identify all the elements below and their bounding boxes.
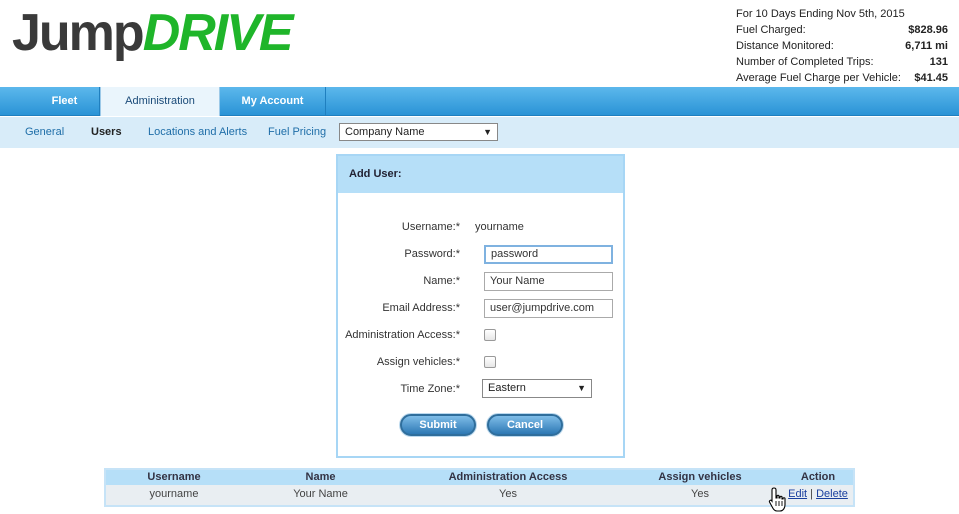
panel-title: Add User: [338, 156, 623, 193]
stats-value: 131 [929, 56, 948, 68]
admin-access-label: Administration Access:* [345, 329, 460, 341]
name-label: Name:* [423, 275, 460, 287]
email-row: Email Address:* user@jumpdrive.com [338, 298, 623, 318]
stats-label: Distance Monitored: [736, 40, 834, 52]
timezone-select[interactable]: Eastern ▼ [482, 379, 592, 398]
stats-row-trips: Number of Completed Trips: 131 [736, 54, 948, 70]
email-field[interactable]: user@jumpdrive.com [484, 299, 613, 318]
table-row: yourname Your Name Yes Yes Edit | Delete [106, 485, 853, 505]
stats-row-distance: Distance Monitored: 6,711 mi [736, 38, 948, 54]
cell-name: Your Name [293, 488, 348, 500]
stats-value: 6,711 mi [905, 40, 948, 52]
action-separator: | [810, 488, 814, 500]
company-select[interactable]: Company Name ▼ [339, 123, 498, 141]
stats-value: $828.96 [908, 24, 948, 36]
tab-administration[interactable]: Administration [100, 87, 220, 116]
chevron-down-icon: ▼ [483, 127, 492, 137]
page-header: JumpDRIVE For 10 Days Ending Nov 5th, 20… [0, 0, 959, 86]
timezone-select-value: Eastern [488, 382, 526, 394]
hand-cursor-icon [768, 487, 786, 512]
cell-admin-access: Yes [499, 488, 517, 500]
chevron-down-icon: ▼ [577, 383, 586, 393]
subnav-general[interactable]: General [25, 117, 64, 148]
tab-fleet[interactable]: Fleet [0, 87, 100, 116]
stats-value: $41.45 [914, 72, 948, 84]
timezone-row: Time Zone:* Eastern ▼ [338, 379, 623, 399]
username-label: Username:* [401, 221, 460, 233]
password-field[interactable]: password [484, 245, 613, 264]
subnav-locations-alerts[interactable]: Locations and Alerts [148, 117, 247, 148]
sub-nav: General Users Locations and Alerts Fuel … [0, 117, 959, 148]
stats-period: For 10 Days Ending Nov 5th, 2015 [736, 8, 905, 20]
col-action: Action [800, 471, 836, 483]
name-field[interactable]: Your Name [484, 272, 613, 291]
col-assign-vehicles: Assign vehicles [658, 471, 742, 483]
email-label: Email Address:* [382, 302, 460, 314]
subnav-users[interactable]: Users [91, 117, 122, 148]
stats-label: Fuel Charged: [736, 24, 806, 36]
admin-access-checkbox[interactable] [484, 329, 496, 341]
username-row: Username:* yourname [338, 217, 623, 237]
password-row: Password:* password [338, 244, 623, 264]
main-nav: Fleet Administration My Account [0, 87, 959, 116]
logo-jump: Jump [12, 4, 145, 62]
fleet-stats-panel: For 10 Days Ending Nov 5th, 2015 Fuel Ch… [736, 6, 948, 86]
assign-vehicles-checkbox[interactable] [484, 356, 496, 368]
stats-label: Average Fuel Charge per Vehicle: [736, 72, 901, 84]
users-table: Username Name Administration Access Assi… [104, 468, 855, 507]
subnav-fuel-pricing[interactable]: Fuel Pricing [268, 117, 326, 148]
company-select-value: Company Name [345, 126, 425, 138]
cell-username: yourname [149, 488, 199, 500]
jumpdrive-logo[interactable]: JumpDRIVE [12, 4, 294, 62]
col-username: Username [147, 471, 201, 483]
stats-label: Number of Completed Trips: [736, 56, 874, 68]
logo-drive: DRIVE [142, 4, 294, 62]
stats-row-average: Average Fuel Charge per Vehicle: $41.45 [736, 70, 948, 86]
edit-link[interactable]: Edit [788, 488, 807, 500]
assign-vehicles-row: Assign vehicles:* [338, 352, 623, 372]
submit-button[interactable]: Submit [400, 414, 476, 436]
cancel-button[interactable]: Cancel [487, 414, 563, 436]
cell-assign-vehicles: Yes [691, 488, 709, 500]
timezone-label: Time Zone:* [400, 383, 460, 395]
name-row: Name:* Your Name [338, 271, 623, 291]
cell-action: Edit | Delete [783, 485, 853, 505]
col-name: Name [305, 471, 336, 483]
delete-link[interactable]: Delete [816, 488, 848, 500]
assign-vehicles-label: Assign vehicles:* [376, 356, 460, 368]
add-user-panel: Add User: Username:* yourname Password:*… [336, 154, 625, 458]
password-label: Password:* [404, 248, 460, 260]
stats-row-fuel: Fuel Charged: $828.96 [736, 22, 948, 38]
col-admin-access: Administration Access [448, 471, 568, 483]
username-value: yourname [475, 221, 524, 233]
table-header: Username Name Administration Access Assi… [106, 470, 853, 485]
admin-access-row: Administration Access:* [338, 325, 623, 345]
tab-my-account[interactable]: My Account [220, 87, 326, 116]
